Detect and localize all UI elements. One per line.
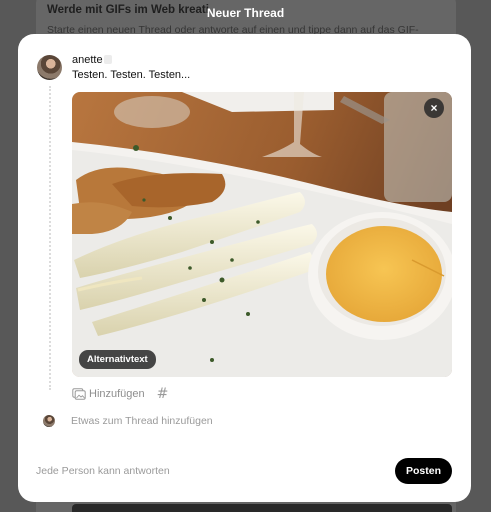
hashtag-icon[interactable]: # [157, 386, 169, 402]
thread-line [49, 86, 51, 390]
post-button[interactable]: Posten [395, 458, 452, 484]
post-text-input[interactable]: Testen. Testen. Testen... [72, 69, 190, 81]
username-redacted [104, 55, 112, 64]
alt-text-button[interactable]: Alternativtext [79, 350, 156, 369]
food-photo [72, 92, 452, 377]
attached-image: × Alternativtext [72, 92, 452, 377]
new-thread-modal: anette Testen. Testen. Testen... × Alter… [18, 34, 471, 502]
username: anette [72, 54, 103, 66]
add-to-thread-input[interactable]: Etwas zum Thread hinzufügen [71, 415, 213, 427]
remove-image-close-icon[interactable]: × [424, 98, 444, 118]
add-media-row: Hinzufügen # [72, 386, 168, 402]
user-avatar [37, 55, 62, 80]
modal-title: Neuer Thread [206, 6, 285, 20]
reply-permission-option[interactable]: Jede Person kann antworten [36, 465, 170, 477]
small-avatar [43, 415, 55, 427]
image-gallery-icon[interactable] [72, 388, 86, 400]
add-media-label[interactable]: Hinzufügen [89, 388, 145, 400]
